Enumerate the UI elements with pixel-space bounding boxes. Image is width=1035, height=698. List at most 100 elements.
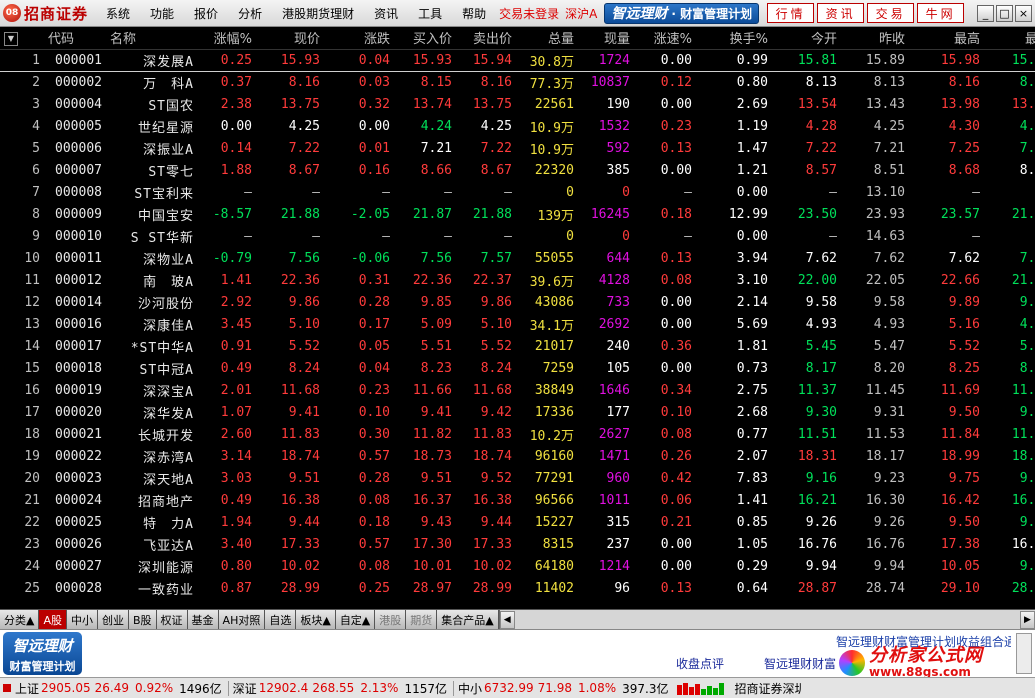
cell-current-volume: 1646 <box>598 382 630 398</box>
table-row[interactable]: 8 000009 中国宝安 -8.57 21.88 -2.05 21.87 21.88 139万… <box>0 203 1035 225</box>
scroll-track[interactable] <box>515 611 1020 629</box>
tab-13[interactable]: 集合产品▲ <box>437 610 499 629</box>
scroll-left-icon[interactable]: ◀ <box>499 610 515 629</box>
menu-tools[interactable]: 工具 <box>408 5 452 22</box>
tab-12[interactable]: 期货 <box>406 610 438 629</box>
table-row[interactable]: 3 000004 ST国农 2.38 13.75 0.32 13.74 13.75 22561 1… <box>0 93 1035 115</box>
tab-7[interactable]: AH对照 <box>218 610 266 629</box>
close-button[interactable]: × <box>1015 4 1032 22</box>
cell-turnover: 5.69 <box>736 316 768 332</box>
horizontal-scrollbar[interactable]: ◀ ▶ <box>498 610 1035 629</box>
news-button[interactable]: 资讯 <box>817 3 865 23</box>
column-header-ask[interactable]: 卖出价 <box>456 27 516 50</box>
menu-analysis[interactable]: 分析 <box>228 5 272 22</box>
menu-function[interactable]: 功能 <box>140 5 184 22</box>
column-header-volume[interactable]: 总量 <box>516 27 578 50</box>
table-row[interactable]: 13 000016 深康佳A 3.45 5.10 0.17 5.09 5.10 34.1万 269… <box>0 313 1035 335</box>
column-header-speed[interactable]: 涨速% <box>634 27 696 50</box>
table-row[interactable]: 5 000006 深振业A 0.14 7.22 0.01 7.21 7.22 10.9万 592 0… <box>0 137 1035 159</box>
column-header-code[interactable]: 代码 <box>44 27 106 50</box>
table-row[interactable]: 25 000028 一致药业 0.87 28.99 0.25 28.97 28.99 11402… <box>0 577 1035 599</box>
wealth-plan-link[interactable]: 智远理财财富 <box>764 655 836 672</box>
table-row[interactable]: 23 000026 飞亚达A 3.40 17.33 0.57 17.30 17.33 8315 2… <box>0 533 1035 555</box>
table-row[interactable]: 18 000021 长城开发 2.60 11.83 0.30 11.82 11.83 10.2万… <box>0 423 1035 445</box>
table-row[interactable]: 1 000001 深发展A 0.25 15.93 0.04 15.93 15.94 30.8万 1… <box>0 49 1035 72</box>
zx-amount: 397.3亿 <box>622 681 669 696</box>
column-header-low[interactable]: 最低 <box>984 27 1035 50</box>
tab-5[interactable]: 权证 <box>156 610 188 629</box>
tab-6[interactable]: 基金 <box>187 610 219 629</box>
row-index: 20 <box>24 470 40 486</box>
table-row[interactable]: 6 000007 ST零七 1.88 8.67 0.16 8.66 8.67 22320 385 0… <box>0 159 1035 181</box>
stock-name: *ST中华A <box>130 340 194 356</box>
quote-button[interactable]: 行情 <box>767 3 815 23</box>
closing-review-link[interactable]: 收盘点评 <box>676 655 724 672</box>
quick-buttons: 行情 资讯 交易 牛网 <box>767 3 967 23</box>
tab-3[interactable]: 创业 <box>98 610 129 629</box>
table-row[interactable]: 4 000005 世纪星源 0.00 4.25 0.00 4.24 4.25 10.9万 1532… <box>0 115 1035 137</box>
column-header-name[interactable]: 名称 <box>106 27 198 50</box>
table-row[interactable]: 2 000002 万 科A 0.37 8.16 0.03 8.15 8.16 77.3万 1083… <box>0 71 1035 93</box>
sz-label: 深证 <box>232 681 257 696</box>
table-row[interactable]: 22 000025 特 力A 1.94 9.44 0.18 9.43 9.44 15227 315… <box>0 511 1035 533</box>
column-header-open[interactable]: 今开 <box>772 27 841 50</box>
tab-11[interactable]: 港股 <box>375 610 407 629</box>
menu-news[interactable]: 资讯 <box>364 5 408 22</box>
table-row[interactable]: 17 000020 深华发A 1.07 9.41 0.10 9.41 9.42 17336 177… <box>0 401 1035 423</box>
table-row[interactable]: 10 000011 深物业A -0.79 7.56 -0.06 7.56 7.57 55055 6… <box>0 247 1035 269</box>
trade-button[interactable]: 交易 <box>867 3 915 23</box>
cell-price: 9.51 <box>288 470 320 486</box>
cell-prev-close: 13.43 <box>865 96 905 112</box>
column-header-high[interactable]: 最高 <box>909 27 984 50</box>
table-row[interactable]: 11 000012 南 玻A 1.41 22.36 0.31 22.36 22.37 39.6万… <box>0 269 1035 291</box>
minimize-button[interactable]: _ <box>977 4 994 22</box>
stock-name: 深振业A <box>143 142 194 158</box>
tab-4[interactable]: B股 <box>129 610 157 629</box>
cell-current-volume: 0 <box>622 228 630 244</box>
niu-net-button[interactable]: 牛网 <box>917 3 965 23</box>
sort-toggle[interactable]: ▼ <box>0 27 44 50</box>
table-row[interactable]: 9000010S ST华新—————00—0.00—14.63—— <box>0 225 1035 247</box>
table-row[interactable]: 20 000023 深天地A 3.03 9.51 0.28 9.51 9.52 77291 960… <box>0 467 1035 489</box>
menu-hk-futures[interactable]: 港股期货理财 <box>272 5 364 22</box>
tab-2[interactable]: 中小 <box>67 610 98 629</box>
cell-current-volume: 2692 <box>598 316 630 332</box>
column-header-price[interactable]: 现价 <box>256 27 324 50</box>
table-row[interactable]: 21 000024 招商地产 0.49 16.38 0.08 16.37 16.38 96566… <box>0 489 1035 511</box>
cell-price: 8.24 <box>288 360 320 376</box>
sz-index[interactable]: 12902.4 <box>258 681 310 695</box>
table-row[interactable]: 16 000019 深深宝A 2.01 11.68 0.23 11.66 11.68 38849… <box>0 379 1035 401</box>
column-header-bid[interactable]: 买入价 <box>394 27 456 50</box>
menu-quote[interactable]: 报价 <box>184 5 228 22</box>
cell-ask: 11.83 <box>472 426 512 442</box>
maximize-button[interactable]: □ <box>996 4 1013 22</box>
column-header-turnover[interactable]: 换手% <box>696 27 772 50</box>
tab-10[interactable]: 自定▲ <box>335 610 376 629</box>
table-row[interactable]: 14 000017 *ST中华A 0.91 5.52 0.05 5.51 5.52 21017 2… <box>0 335 1035 357</box>
column-header-prev-close[interactable]: 昨收 <box>841 27 909 50</box>
cell-turnover: 0.73 <box>736 360 768 376</box>
cell-turnover: 3.94 <box>736 250 768 266</box>
table-row[interactable]: 15 000018 ST中冠A 0.49 8.24 0.04 8.23 8.24 7259 105… <box>0 357 1035 379</box>
brand-banner[interactable]: 智远理财 · 财富管理计划 <box>604 2 760 24</box>
tab-1[interactable]: A股 <box>39 610 67 629</box>
tab-9[interactable]: 板块▲ <box>296 610 336 629</box>
table-row[interactable]: 24 000027 深圳能源 0.80 10.02 0.08 10.01 10.02 64180… <box>0 555 1035 577</box>
table-row[interactable]: 12 000014 沙河股份 2.92 9.86 0.28 9.85 9.86 43086 733… <box>0 291 1035 313</box>
table-row[interactable]: 7000008ST宝利来—————00—0.00—13.10—— <box>0 181 1035 203</box>
tab-0[interactable]: 分类▲ <box>0 610 40 629</box>
login-status[interactable]: 交易未登录 <box>496 5 562 22</box>
sort-arrow-icon[interactable]: ▼ <box>4 31 18 46</box>
menu-system[interactable]: 系统 <box>96 5 140 22</box>
cell-high: 8.25 <box>948 360 980 376</box>
sh-index[interactable]: 2905.05 <box>40 681 92 695</box>
column-header-current-volume[interactable]: 现量 <box>578 27 634 50</box>
menu-help[interactable]: 帮助 <box>452 5 496 22</box>
table-row[interactable]: 19 000022 深赤湾A 3.14 18.74 0.57 18.73 18.74 96160… <box>0 445 1035 467</box>
wealth-plan-logo[interactable]: 智远理财 财富管理计划 <box>3 632 82 675</box>
column-header-change[interactable]: 涨跌 <box>324 27 394 50</box>
column-header-pct[interactable]: 涨幅% <box>198 27 256 50</box>
tab-8[interactable]: 自选 <box>265 610 297 629</box>
scroll-right-icon[interactable]: ▶ <box>1020 610 1035 629</box>
zx-index[interactable]: 6732.99 <box>483 681 535 695</box>
